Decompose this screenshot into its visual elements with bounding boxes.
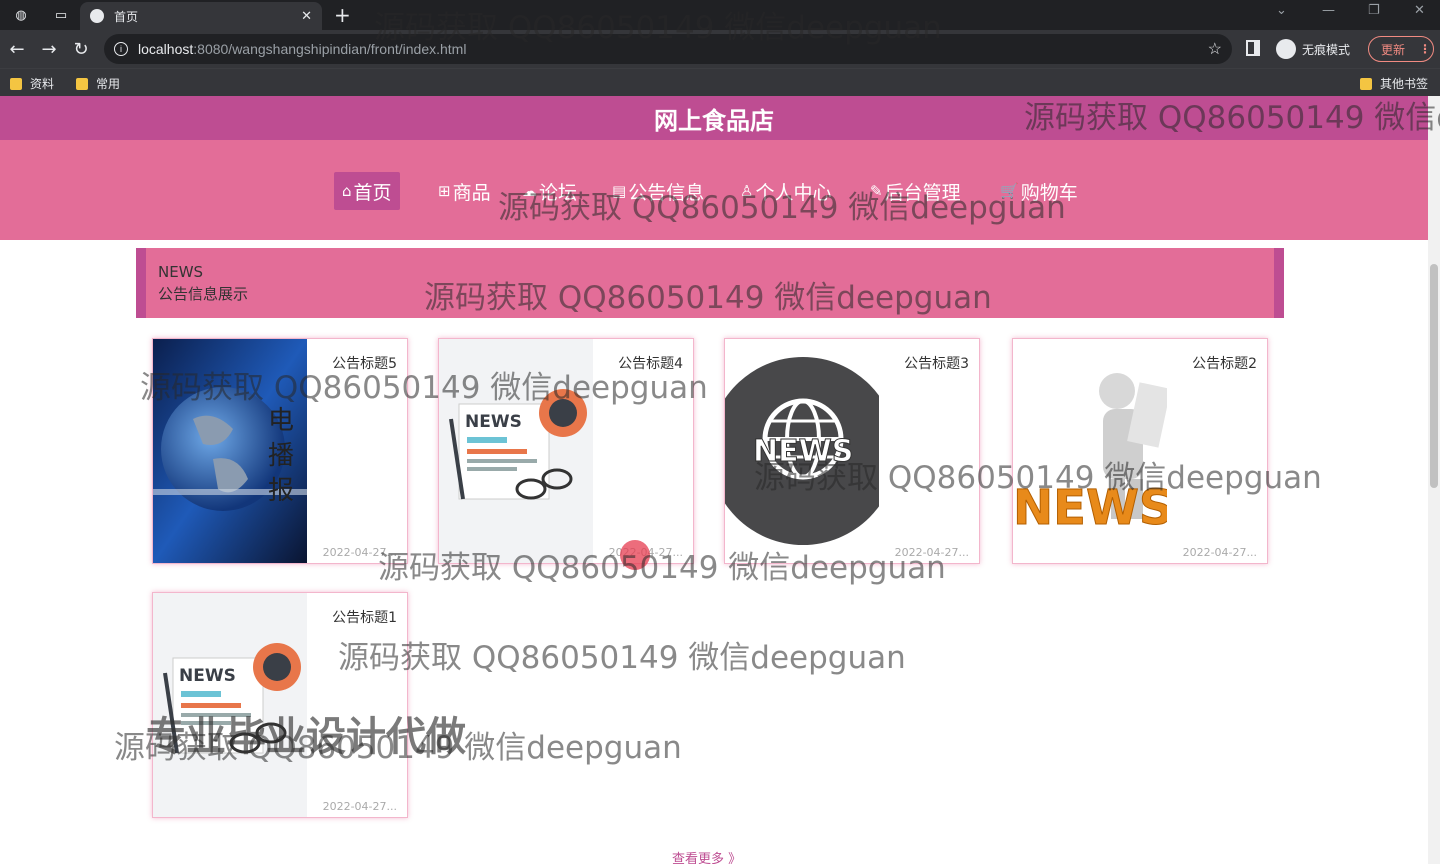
menu-dots-icon[interactable]: ⋮ bbox=[1419, 42, 1431, 56]
incognito-label: 无痕模式 bbox=[1302, 42, 1351, 57]
user-icon: ♙ bbox=[740, 182, 754, 200]
news-card[interactable]: 电 播 报 公告标题5 2022-04-27... bbox=[152, 338, 408, 564]
svg-text:NEWS: NEWS bbox=[179, 666, 236, 686]
news-date: 2022-04-27... bbox=[1182, 546, 1257, 559]
other-bookmarks-label: 其他书签 bbox=[1380, 77, 1429, 91]
forum-icon: ☁ bbox=[522, 182, 537, 200]
nav-item-home[interactable]: ⌂ 首页 bbox=[334, 172, 400, 210]
site-title: 网上食品店 bbox=[0, 96, 1428, 140]
tab-close-icon[interactable]: ✕ bbox=[301, 9, 312, 24]
page-scrollbar[interactable] bbox=[1428, 96, 1440, 864]
new-tab-button[interactable]: + bbox=[334, 3, 351, 27]
news-heading-cn: 公告信息展示 bbox=[158, 285, 249, 303]
news-heading-en: NEWS bbox=[158, 263, 204, 281]
browser-tab-strip: ◍ ▭ 首页 ✕ + ⌄ — ❐ ✕ bbox=[0, 0, 1440, 30]
news-card[interactable]: NEWS 公告标题2 2022-04-27... bbox=[1012, 338, 1268, 564]
news-card[interactable]: NEWS 公告标题4 2022-04-27... bbox=[438, 338, 694, 564]
nav-label: 首页 bbox=[353, 181, 392, 204]
gift-icon: ⊞ bbox=[438, 182, 451, 200]
bookmark-folder-ziliao[interactable]: 资料 bbox=[10, 75, 54, 92]
update-button[interactable]: 更新 ⋮ bbox=[1368, 36, 1434, 62]
nav-item-forum[interactable]: ☁ 论坛 bbox=[514, 172, 585, 210]
window-close-icon[interactable]: ✕ bbox=[1414, 3, 1425, 18]
nav-label: 个人中心 bbox=[755, 181, 832, 204]
news-title: 公告标题5 bbox=[332, 356, 397, 372]
click-indicator bbox=[620, 540, 650, 570]
incognito-indicator[interactable]: 无痕模式 bbox=[1276, 38, 1350, 60]
news-date: 2022-04-27... bbox=[894, 546, 969, 559]
address-bar[interactable]: i localhost:8080/wangshangshipindian/fro… bbox=[104, 34, 1232, 64]
news-title: 公告标题1 bbox=[332, 610, 397, 626]
news-section-header: NEWS 公告信息展示 bbox=[136, 248, 1284, 318]
svg-text:报: 报 bbox=[268, 476, 294, 506]
bookmark-star-icon[interactable]: ☆ bbox=[1208, 39, 1222, 59]
nav-item-products[interactable]: ⊞ 商品 bbox=[430, 172, 499, 210]
news-card[interactable]: NEWS 公告标题1 2022-04-27... bbox=[152, 592, 408, 818]
nav-label: 论坛 bbox=[539, 181, 578, 204]
svg-text:播: 播 bbox=[268, 441, 294, 471]
web-page: 网上食品店 ⌂ 首页 ⊞ 商品 ☁ 论坛 ▤ 公告信息 ♙ 个人中心 ✎ 后台管… bbox=[0, 96, 1428, 864]
active-browser-tab[interactable]: 首页 ✕ bbox=[80, 2, 322, 30]
nav-item-cart[interactable]: 🛒 购物车 bbox=[992, 172, 1086, 210]
nav-label: 商品 bbox=[452, 181, 491, 204]
restore-icon[interactable]: ❐ bbox=[1368, 3, 1380, 18]
url-path: :8080/wangshangshipindian/front/index.ht… bbox=[193, 41, 467, 57]
tab-title: 首页 bbox=[114, 9, 139, 24]
bookmark-folder-changyong[interactable]: 常用 bbox=[76, 75, 120, 92]
news-title: 公告标题4 bbox=[618, 356, 683, 372]
nav-item-notices[interactable]: ▤ 公告信息 bbox=[604, 172, 712, 210]
nav-item-admin[interactable]: ✎ 后台管理 bbox=[862, 172, 969, 210]
nav-divider bbox=[0, 238, 1428, 240]
news-globe-badge-image: NEWS bbox=[725, 339, 879, 563]
news-title: 公告标题2 bbox=[1192, 356, 1257, 372]
tab-group-icon[interactable]: ▭ bbox=[50, 4, 72, 26]
svg-text:NEWS: NEWS bbox=[1013, 480, 1167, 536]
browser-toolbar: ← → ↻ i localhost:8080/wangshangshipindi… bbox=[0, 30, 1440, 68]
news-title: 公告标题3 bbox=[904, 356, 969, 372]
news-date: 2022-04-27... bbox=[322, 800, 397, 813]
forward-arrow-icon[interactable]: → bbox=[36, 36, 62, 62]
newspaper-coffee-image: NEWS bbox=[439, 339, 593, 563]
news-card[interactable]: NEWS 公告标题3 2022-04-27... bbox=[724, 338, 980, 564]
nav-label: 后台管理 bbox=[884, 181, 961, 204]
reload-icon[interactable]: ↻ bbox=[68, 36, 94, 62]
folder-icon bbox=[10, 77, 22, 90]
back-arrow-icon[interactable]: ← bbox=[4, 36, 30, 62]
newspaper-coffee-image: NEWS bbox=[153, 593, 307, 817]
bookmark-label: 常用 bbox=[96, 77, 121, 91]
svg-text:NEWS: NEWS bbox=[465, 412, 522, 432]
tab-search-icon[interactable]: ⌄ bbox=[1276, 3, 1287, 18]
browser-globe-icon[interactable]: ◍ bbox=[10, 4, 32, 26]
settings-icon: ✎ bbox=[870, 182, 883, 200]
nav-label: 购物车 bbox=[1020, 181, 1078, 204]
scrollbar-thumb[interactable] bbox=[1430, 264, 1438, 488]
site-info-icon[interactable]: i bbox=[114, 42, 128, 56]
incognito-icon bbox=[1276, 39, 1296, 59]
update-label: 更新 bbox=[1381, 42, 1406, 57]
news-reader-figure-image: NEWS bbox=[1013, 339, 1167, 563]
other-bookmarks[interactable]: 其他书签 bbox=[1360, 75, 1428, 92]
main-nav: ⌂ 首页 ⊞ 商品 ☁ 论坛 ▤ 公告信息 ♙ 个人中心 ✎ 后台管理 🛒 购物… bbox=[0, 140, 1428, 240]
folder-icon bbox=[1360, 77, 1372, 90]
page-globe-icon bbox=[90, 9, 104, 23]
news-date: 2022-04-27... bbox=[322, 546, 397, 559]
nav-item-profile[interactable]: ♙ 个人中心 bbox=[732, 172, 839, 210]
svg-text:NEWS: NEWS bbox=[753, 434, 853, 469]
bookmarks-bar: 资料 常用 其他书签 bbox=[0, 68, 1440, 96]
minimize-icon[interactable]: — bbox=[1322, 3, 1335, 18]
svg-text:电: 电 bbox=[268, 406, 294, 436]
url-host: localhost bbox=[138, 41, 194, 57]
view-more-link[interactable]: 查看更多 》 bbox=[672, 848, 741, 864]
news-globe-image: 电 播 报 bbox=[153, 339, 307, 563]
side-panel-icon[interactable] bbox=[1246, 40, 1260, 56]
notice-icon: ▤ bbox=[612, 182, 627, 200]
home-icon: ⌂ bbox=[342, 182, 352, 200]
bookmark-label: 资料 bbox=[30, 77, 55, 91]
folder-icon bbox=[76, 77, 88, 90]
nav-label: 公告信息 bbox=[628, 181, 705, 204]
cart-icon: 🛒 bbox=[1000, 182, 1019, 200]
